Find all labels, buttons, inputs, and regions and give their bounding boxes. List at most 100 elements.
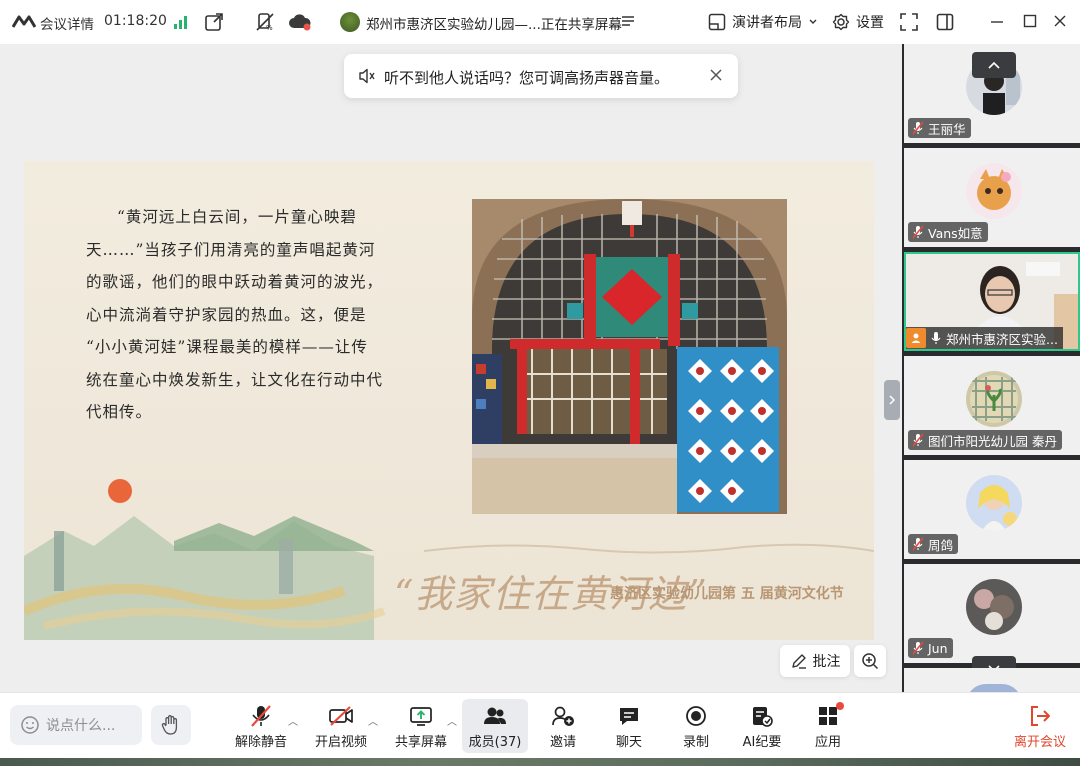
participant-tile[interactable]: Jun <box>904 564 1080 663</box>
svg-text:%: % <box>266 24 273 32</box>
share-status: 郑州市惠济区实验幼儿园—...正在共享屏幕 <box>366 17 622 33</box>
share-screen-button[interactable]: 共享屏幕 <box>395 699 447 753</box>
meeting-toolbar: 说点什么... 解除静音 ︿ 开启视频 ︿ 共享屏幕 ︿ 成员(37) 邀请 聊… <box>0 692 1080 758</box>
poem-line: 代相传。 <box>86 403 153 421</box>
toast-message: 听不到他人说话吗？您可调高扬声器音量。 <box>384 69 670 87</box>
chat-placeholder: 说点什么... <box>46 718 116 734</box>
members-button[interactable]: 成员(37) <box>462 699 528 753</box>
chevron-down-icon <box>809 19 817 24</box>
poem-line: 的歌谣，他们的眼中跃动着黄河的波光， <box>86 273 384 291</box>
cloud-record-icon[interactable] <box>288 13 312 31</box>
app-logo-icon <box>12 15 36 28</box>
zoom-button[interactable] <box>854 645 886 677</box>
chat-button[interactable]: 聊天 <box>606 699 652 753</box>
participant-name-tag: Jun <box>908 638 953 658</box>
muted-mic-icon <box>912 225 924 239</box>
external-window-icon[interactable] <box>204 12 224 32</box>
pen-icon <box>791 654 806 669</box>
settings-button[interactable]: 设置 <box>832 12 884 32</box>
annotate-button[interactable]: 批注 <box>780 645 850 677</box>
maximize-icon[interactable] <box>1023 12 1037 30</box>
muted-mic-icon <box>912 433 924 447</box>
participant-tile[interactable] <box>904 668 1080 692</box>
avatar <box>966 163 1022 219</box>
host-badge-icon <box>906 328 926 348</box>
members-icon <box>484 707 506 724</box>
close-toast-icon[interactable] <box>708 67 724 83</box>
participant-name-tag: 图们市阳光幼儿园 秦丹 <box>908 430 1062 450</box>
participant-name: Jun <box>928 640 948 656</box>
minimize-icon[interactable] <box>990 12 1004 30</box>
record-label: 录制 <box>682 735 709 750</box>
ai-minutes-label: AI纪要 <box>742 735 782 750</box>
mute-all-icon[interactable]: % <box>255 12 275 32</box>
chat-label: 聊天 <box>615 735 642 750</box>
layout-dropdown[interactable]: 演讲者布局 <box>708 12 818 32</box>
list-icon[interactable] <box>621 14 635 28</box>
participant-name-tag: 王丽华 <box>908 118 971 138</box>
share-screen-label: 共享屏幕 <box>395 735 448 750</box>
meeting-details-button[interactable]: 会议详情 <box>40 13 94 33</box>
leave-meeting-button[interactable]: 离开会议 <box>1012 699 1068 753</box>
participant-name: 王丽华 <box>928 121 966 137</box>
zoom-in-icon <box>862 653 879 670</box>
gear-icon <box>832 13 850 31</box>
participant-name: 郑州市惠济区实验... <box>946 331 1058 347</box>
layout-label: 演讲者布局 <box>732 15 802 31</box>
avatar <box>966 371 1022 427</box>
participant-sidebar: 王丽华 Vans如意 郑州市惠济区实验... 图们市阳光幼儿园 秦丹 周鸽 Ju… <box>902 44 1080 692</box>
emoji-icon <box>21 716 39 734</box>
signal-icon <box>174 16 187 29</box>
scroll-up-button[interactable] <box>972 52 1016 78</box>
members-label: 成员(37) <box>468 735 522 750</box>
record-button[interactable]: 录制 <box>673 699 719 753</box>
layout-icon <box>708 13 726 31</box>
participant-tile-active[interactable]: 郑州市惠济区实验... <box>904 252 1080 351</box>
audio-options-caret[interactable]: ︿ <box>288 713 298 728</box>
apps-button[interactable]: 应用 <box>806 699 850 753</box>
participant-name-tag: 周鸽 <box>908 534 959 554</box>
settings-label: 设置 <box>856 15 884 31</box>
chevron-up-icon <box>988 61 1000 69</box>
sidebar-toggle-icon[interactable] <box>936 13 954 31</box>
video-options-caret[interactable]: ︿ <box>368 713 378 728</box>
apps-icon <box>819 707 837 725</box>
share-options-caret[interactable]: ︿ <box>447 713 457 728</box>
sharer-avatar <box>340 12 360 32</box>
muted-mic-icon <box>251 705 271 727</box>
title-bar: 会议详情 01:18:20 % 郑州市惠济区实验幼儿园—...正在共享屏幕 演讲… <box>0 0 1080 44</box>
unmute-button[interactable]: 解除静音 <box>235 699 287 753</box>
chevron-right-icon <box>889 395 896 405</box>
poem-line: “黄河远上白云间，一片童心映碧 <box>117 208 357 226</box>
close-icon[interactable] <box>1053 12 1067 30</box>
leave-meeting-label: 离开会议 <box>1013 735 1066 750</box>
share-screen-icon <box>410 707 432 726</box>
participant-tile[interactable]: 图们市阳光幼儿园 秦丹 <box>904 356 1080 455</box>
start-video-label: 开启视频 <box>315 735 368 750</box>
collapse-sidebar-handle[interactable] <box>884 380 900 420</box>
fullscreen-icon[interactable] <box>900 13 918 31</box>
participant-name-tag: 郑州市惠济区实验... <box>906 327 1063 349</box>
invite-button[interactable]: 邀请 <box>540 699 586 753</box>
poem-line: “小小黄河娃”课程最美的模样——让传 <box>86 338 368 356</box>
avatar <box>966 579 1022 635</box>
ai-minutes-icon <box>753 707 773 727</box>
raise-hand-icon <box>161 715 178 735</box>
desktop-background-strip <box>0 758 1080 766</box>
start-video-button[interactable]: 开启视频 <box>315 699 367 753</box>
poem-line: 天……”当孩子们用清亮的童声唱起黄河 <box>86 240 376 259</box>
mic-icon <box>931 332 941 344</box>
muted-mic-icon <box>912 121 924 135</box>
invite-icon <box>552 706 574 726</box>
avatar <box>966 475 1022 531</box>
participant-tile[interactable]: 周鸽 <box>904 460 1080 559</box>
participant-tile[interactable]: Vans如意 <box>904 148 1080 247</box>
shared-screen-stage: 听不到他人说话吗？您可调高扬声器音量。 “黄河远上白云间，一片童心映碧 天……”… <box>0 44 902 692</box>
quick-chat-input[interactable]: 说点什么... <box>10 705 142 745</box>
record-icon <box>686 706 706 726</box>
festival-subtitle: 惠济区实验幼儿园第 五 届黄河文化节 <box>610 586 844 602</box>
ai-minutes-button[interactable]: AI纪要 <box>738 699 786 753</box>
chat-icon <box>620 708 638 725</box>
raise-hand-button[interactable] <box>151 705 191 745</box>
poem-line: 心中流淌着守护家园的热血。这，便是 <box>86 305 367 324</box>
